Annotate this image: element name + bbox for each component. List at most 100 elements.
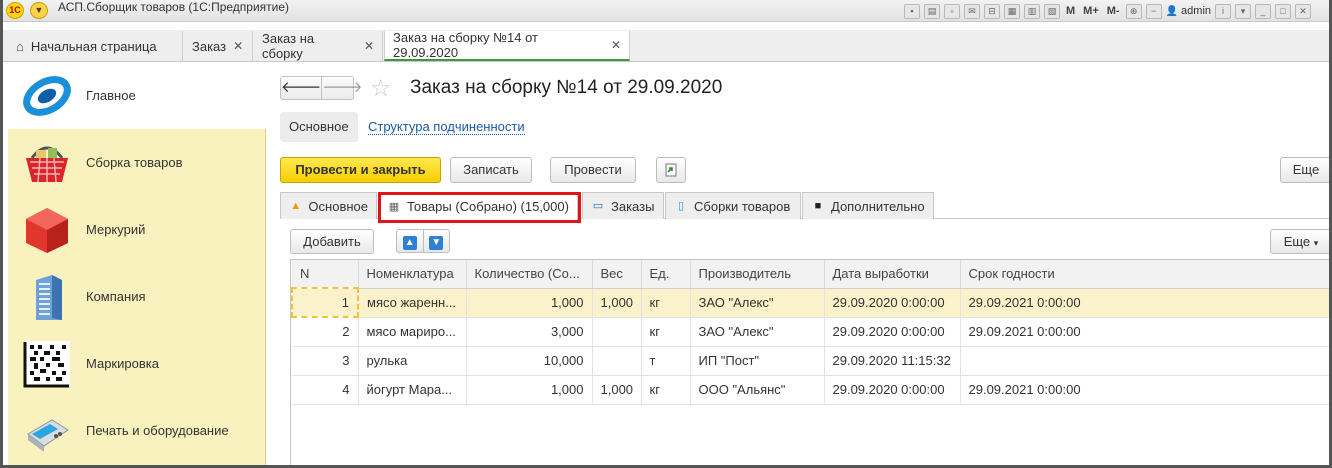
more-button[interactable]: Еще (1280, 157, 1332, 183)
table-more-button[interactable]: Еще ▾ (1270, 229, 1332, 254)
zoom-icon[interactable]: ⊕ (1125, 3, 1142, 19)
table-cell[interactable]: т (641, 346, 691, 376)
tab-order[interactable]: Заказ ✕ (184, 31, 253, 61)
table-cell[interactable]: 3 (292, 346, 359, 376)
table-cell[interactable]: 29.09.2020 0:00:00 (824, 317, 961, 347)
subordination-link[interactable]: Структура подчиненности (368, 120, 525, 135)
tab-assemblies[interactable]: ▯ Сборки товаров (665, 192, 801, 219)
table-cell[interactable]: 29.09.2021 0:00:00 (960, 375, 1329, 405)
user-menu[interactable]: 👤 admin (1166, 5, 1211, 17)
subnav-main[interactable]: Основное (280, 112, 358, 142)
table-cell[interactable]: мясо мариро... (358, 317, 467, 347)
tab-orders[interactable]: ▭ Заказы (582, 192, 664, 219)
column-header[interactable]: Количество (Со... (466, 260, 593, 289)
close-window-icon[interactable]: ✕ (1295, 3, 1312, 19)
favorite-star-icon[interactable]: ☆ (370, 74, 392, 103)
column-header[interactable]: Ед. (641, 260, 691, 289)
tab-assembly-order[interactable]: Заказ на сборку ✕ (254, 31, 383, 61)
forward-arrow-icon[interactable]: 🡒 (321, 77, 362, 99)
column-header[interactable]: N (292, 260, 359, 289)
post-and-close-button[interactable]: Провести и закрыть (280, 157, 441, 183)
add-row-button[interactable]: Добавить (290, 229, 374, 254)
column-header[interactable]: Срок годности (960, 260, 1329, 289)
main-menu-icon[interactable]: ▼ (30, 2, 48, 19)
memory-m-button[interactable]: M (1064, 5, 1077, 17)
table-cell[interactable]: кг (641, 317, 691, 347)
sidebar-item-company[interactable]: Компания (8, 263, 266, 330)
calculator-icon[interactable]: ▧ (1044, 3, 1060, 19)
table-cell[interactable]: ИП "Пост" (690, 346, 825, 376)
table-cell[interactable] (592, 317, 642, 347)
table-cell[interactable]: 2 (292, 317, 359, 347)
sidebar-item-marking[interactable]: Маркировка (8, 330, 266, 397)
post-button[interactable]: Провести (550, 157, 636, 183)
dropdown-icon[interactable]: ▾ (1235, 3, 1252, 19)
table-cell[interactable]: кг (641, 288, 691, 318)
sidebar-item-assembly[interactable]: Сборка товаров (8, 129, 266, 196)
tab-additional[interactable]: ■ Дополнительно (802, 192, 934, 219)
minimize-icon[interactable]: _ (1255, 3, 1272, 19)
memory-minus-button[interactable]: M- (1105, 5, 1122, 17)
column-header[interactable]: Производитель (690, 260, 825, 289)
info-icon[interactable]: i (1215, 3, 1232, 19)
minus-icon[interactable]: − (1145, 3, 1162, 19)
chat-icon: ■ (814, 200, 822, 212)
table-cell[interactable]: 29.09.2020 11:15:32 (824, 346, 961, 376)
table-cell[interactable]: 4 (292, 375, 359, 405)
table-cell[interactable]: 29.09.2020 0:00:00 (824, 288, 961, 318)
sidebar-item-print[interactable]: Печать и оборудование (8, 397, 266, 464)
tab-assembly-order-14[interactable]: Заказ на сборку №14 от 29.09.2020 ✕ (384, 30, 630, 61)
tab-home[interactable]: ⌂ Начальная страница (8, 31, 183, 61)
table-cell[interactable]: 1,000 (592, 375, 642, 405)
related-docs-button[interactable] (656, 157, 686, 183)
chevron-down-icon: ▾ (1313, 238, 1319, 248)
table-icon[interactable]: ▦ (1004, 3, 1020, 19)
sidebar-item-mercury[interactable]: Меркурий (8, 196, 266, 263)
table-cell[interactable]: 1,000 (466, 375, 593, 405)
table-cell[interactable]: 10,000 (466, 346, 593, 376)
table-cell[interactable]: ООО "Альянс" (690, 375, 825, 405)
1c-logo-icon[interactable]: 1С (6, 2, 24, 19)
move-down-button[interactable]: ▼ (422, 230, 450, 252)
table-row[interactable]: 2 мясо мариро... 3,000 кг ЗАО "Алекс" 29… (292, 317, 1329, 347)
tab-main[interactable]: ▲ Основное (280, 192, 377, 219)
table-cell[interactable]: рулька (358, 346, 467, 376)
table-cell[interactable] (592, 346, 642, 376)
restore-icon[interactable]: □ (1275, 3, 1292, 19)
table-cell[interactable]: ЗАО "Алекс" (690, 317, 825, 347)
print-icon[interactable]: ▤ (924, 3, 940, 19)
mail-icon[interactable]: ✉ (964, 3, 980, 19)
link-icon[interactable]: ⊟ (984, 3, 1000, 19)
table-cell[interactable]: 29.09.2020 0:00:00 (824, 375, 961, 405)
table-cell[interactable]: 1 (291, 287, 359, 318)
sidebar-item-main[interactable]: Главное (8, 62, 266, 129)
table-cell[interactable]: 29.09.2021 0:00:00 (960, 288, 1329, 318)
memory-plus-button[interactable]: M+ (1081, 5, 1101, 17)
table-cell[interactable]: 1,000 (592, 288, 642, 318)
preview-icon[interactable]: ▫ (944, 3, 960, 19)
basket-icon (26, 146, 68, 182)
table-cell[interactable]: кг (641, 375, 691, 405)
column-header[interactable]: Номенклатура (358, 260, 467, 289)
save-icon[interactable]: ▪ (904, 3, 920, 19)
table-cell[interactable] (960, 346, 1329, 376)
calendar-icon[interactable]: ▥ (1024, 3, 1040, 19)
table-cell[interactable]: 1,000 (466, 288, 593, 318)
tab-goods[interactable]: ▦ Товары (Собрано) (15,000) (378, 192, 578, 220)
close-tab-icon[interactable]: ✕ (611, 38, 621, 52)
table-row[interactable]: 4 йогурт Мара... 1,000 1,000 кг ООО "Аль… (292, 375, 1329, 405)
back-arrow-icon[interactable]: 🡐 (281, 77, 321, 99)
table-cell[interactable]: 29.09.2021 0:00:00 (960, 317, 1329, 347)
move-up-button[interactable]: ▲ (397, 230, 423, 252)
table-cell[interactable]: йогурт Мара... (358, 375, 467, 405)
table-row[interactable]: 3 рулька 10,000 т ИП "Пост" 29.09.2020 1… (292, 346, 1329, 376)
save-button[interactable]: Записать (450, 157, 532, 183)
close-tab-icon[interactable]: ✕ (233, 39, 243, 53)
table-cell[interactable]: 3,000 (466, 317, 593, 347)
table-row[interactable]: 1 мясо жаренн... 1,000 1,000 кг ЗАО "Але… (291, 287, 1329, 318)
column-header[interactable]: Дата выработки (824, 260, 961, 289)
table-cell[interactable]: ЗАО "Алекс" (690, 288, 825, 318)
close-tab-icon[interactable]: ✕ (364, 39, 374, 53)
column-header[interactable]: Вес (592, 260, 642, 289)
table-cell[interactable]: мясо жаренн... (358, 288, 467, 318)
